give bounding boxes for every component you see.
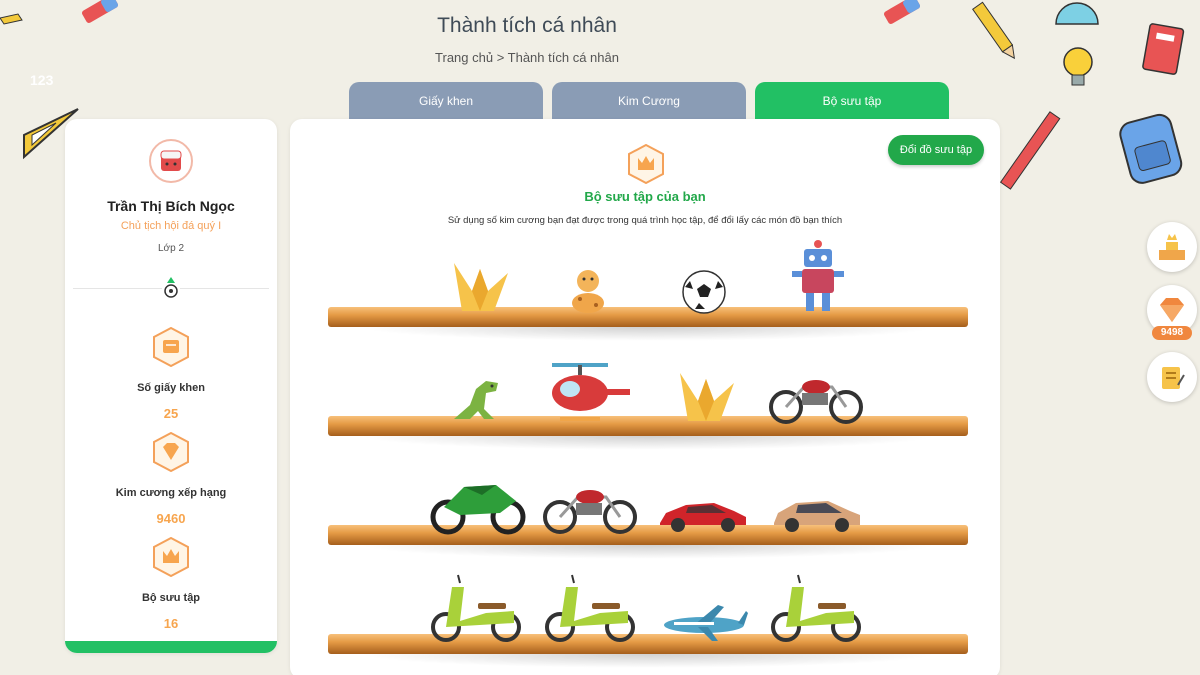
profile-card: Trần Thị Bích Ngọc Chủ tịch hội đá quý I… — [65, 119, 277, 653]
paper-crane-icon[interactable] — [450, 259, 512, 315]
stat-value: 16 — [163, 616, 179, 631]
tab-bar: Giấy khen Kim Cương Bộ sưu tập — [349, 82, 949, 120]
collection-title: Bộ sưu tập của bạn — [584, 189, 706, 204]
motorcycle-green-icon[interactable] — [430, 477, 526, 535]
giraffe-toy-icon[interactable] — [566, 263, 610, 315]
stat-value: 25 — [163, 406, 179, 421]
tab-kim-cuong[interactable]: Kim Cương — [552, 82, 746, 120]
diamond-count-badge: 9498 — [1152, 326, 1192, 340]
certificate-icon — [153, 326, 189, 368]
notebook-icon — [1142, 23, 1185, 75]
ruler-icon — [1000, 111, 1061, 190]
protractor-icon — [1055, 2, 1099, 25]
profile-role: Chủ tịch hội đá quý I — [120, 220, 222, 232]
sushi-avatar-icon — [149, 139, 193, 183]
backpack-icon — [1119, 113, 1183, 184]
stat-diamonds: Kim cương xếp hạng 9460 — [65, 431, 277, 526]
tab-giay-khen[interactable]: Giấy khen — [349, 82, 543, 120]
card-accent-bar — [65, 641, 277, 653]
soccer-ball-icon[interactable] — [681, 269, 727, 315]
paper-crane-icon[interactable] — [676, 369, 738, 425]
diamond-icon — [153, 431, 189, 473]
numbers-doodle: 123 — [30, 72, 54, 88]
shelf — [328, 634, 968, 668]
certificate-scroll-button[interactable] — [1147, 352, 1197, 402]
shelf — [328, 416, 968, 450]
scroll-icon — [1162, 367, 1185, 389]
stat-certificates: Số giấy khen 25 — [65, 326, 277, 421]
scooter-green-icon[interactable] — [544, 571, 636, 643]
lightbulb-icon — [1063, 47, 1093, 86]
stat-collection: Bộ sưu tập 16 — [65, 536, 277, 631]
profile-name: Trần Thị Bích Ngọc — [107, 198, 235, 214]
stat-label: Số giấy khen — [137, 382, 205, 394]
diamond-icon — [1160, 298, 1184, 322]
shelf — [328, 307, 968, 341]
stat-label: Bộ sưu tập — [141, 592, 201, 604]
scooter-green-icon[interactable] — [770, 571, 862, 643]
robot-toy-icon[interactable] — [790, 239, 846, 315]
dinosaur-toy-icon[interactable] — [450, 375, 508, 423]
stat-value: 9460 — [156, 511, 186, 526]
shelf — [328, 525, 968, 559]
crown-icon — [153, 536, 189, 578]
car-red-icon[interactable] — [656, 495, 750, 535]
stat-label: Kim cương xếp hạng — [115, 487, 227, 499]
exchange-collection-button[interactable]: Đổi đồ sưu tập — [888, 135, 984, 165]
tab-bo-suu-tap[interactable]: Bộ sưu tập — [755, 82, 949, 120]
scooter-green-icon[interactable] — [430, 571, 522, 643]
ranking-trophy-button[interactable] — [1147, 222, 1197, 272]
page-title: Thành tích cá nhân — [437, 14, 617, 37]
trophy-icon — [1159, 234, 1185, 260]
motorcycle-red-icon[interactable] — [768, 365, 864, 425]
crown-icon — [628, 144, 664, 184]
level-medal-icon — [162, 277, 180, 299]
motorcycle-red-icon[interactable] — [542, 475, 638, 535]
airplane-icon[interactable] — [660, 603, 748, 643]
profile-class: Lớp 2 — [157, 243, 185, 254]
helicopter-toy-icon[interactable] — [546, 359, 636, 425]
collection-card: Đổi đồ sưu tập Bộ sưu tập của bạn Sử dụn… — [290, 119, 1000, 675]
collection-description: Sử dụng số kim cương bạn đạt được trong … — [447, 215, 843, 226]
car-beige-icon[interactable] — [770, 495, 864, 535]
breadcrumb[interactable]: Trang chủ > Thành tích cá nhân — [0, 50, 1054, 65]
